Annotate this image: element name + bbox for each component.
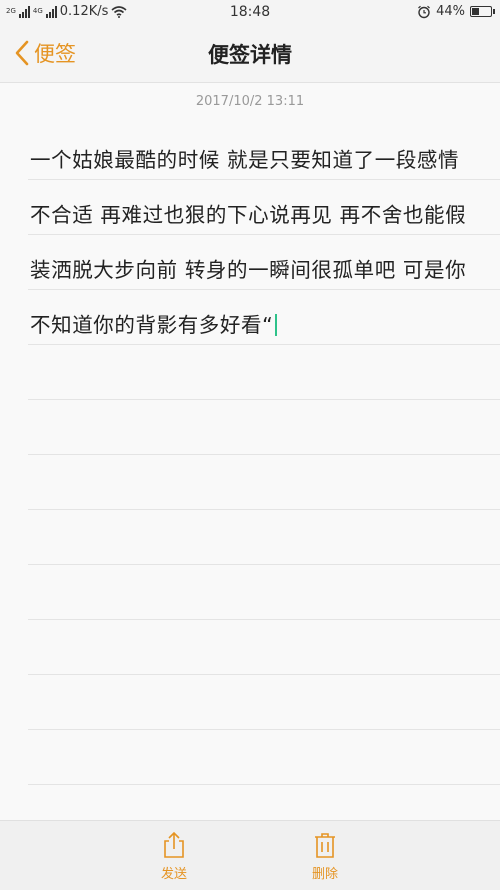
note-timestamp: 2017/10/2 13:11 bbox=[195, 94, 305, 109]
send-button[interactable]: 发送 bbox=[144, 831, 204, 882]
status-bar: 2G 4G 0.12K/s 18:48 44% bbox=[0, 0, 500, 26]
status-right: 44% bbox=[417, 4, 495, 19]
share-icon bbox=[164, 831, 184, 858]
text-caret bbox=[275, 314, 278, 336]
header-bar: 便签 便签详情 bbox=[0, 26, 500, 83]
note-text: 一个姑娘最酷的时候 就是只要知道了一段感情不合适 再难过也狠的下心说再见 再不舍… bbox=[30, 148, 467, 337]
battery-icon bbox=[470, 6, 495, 17]
send-label: 发送 bbox=[160, 867, 187, 882]
trash-icon bbox=[315, 833, 335, 858]
alarm-icon bbox=[418, 5, 430, 18]
delete-label: 删除 bbox=[311, 867, 338, 882]
note-text-area[interactable]: 一个姑娘最酷的时候 就是只要知道了一段感情不合适 再难过也狠的下心说再见 再不舍… bbox=[30, 133, 468, 353]
bottom-toolbar: 发送 删除 bbox=[0, 820, 500, 890]
battery-percent: 44% bbox=[436, 4, 465, 19]
note-content: 2017/10/2 13:11 一个姑娘最酷的时候 就是只要知道了一段感情不合适… bbox=[0, 83, 500, 820]
battery-fill bbox=[472, 8, 479, 15]
page-title: 便签详情 bbox=[208, 43, 292, 67]
delete-button[interactable]: 删除 bbox=[295, 831, 355, 882]
